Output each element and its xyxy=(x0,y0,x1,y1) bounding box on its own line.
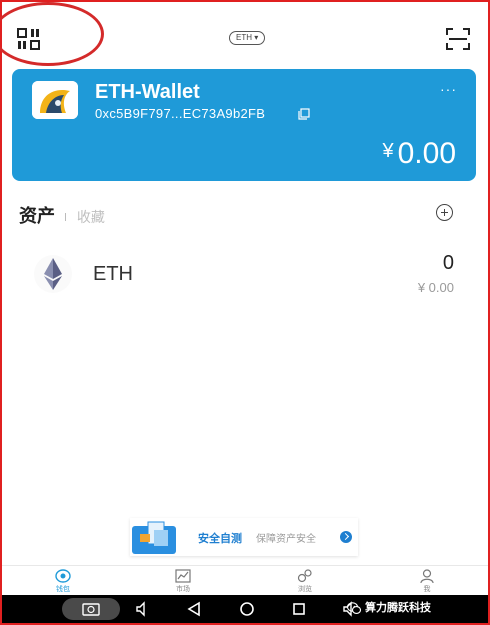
scan-icon[interactable] xyxy=(446,28,470,50)
wechat-icon xyxy=(346,601,362,615)
annotation-circle xyxy=(0,2,104,66)
nav-label-wallet: 钱包 xyxy=(56,586,70,593)
nav-market[interactable]: 市场 xyxy=(153,569,213,594)
volume-down-icon[interactable] xyxy=(135,601,149,622)
home-icon[interactable] xyxy=(239,601,255,622)
asset-amount: 0 xyxy=(442,252,454,274)
tab-favorites[interactable]: 收藏 xyxy=(77,209,105,225)
nav-label-profile: 我 xyxy=(423,586,431,593)
balance-value: 0.00 xyxy=(397,137,456,170)
arrow-right-icon xyxy=(340,531,352,543)
camera-icon xyxy=(82,603,100,616)
network-chip[interactable]: ETH ▾ xyxy=(229,31,266,45)
back-icon[interactable] xyxy=(187,601,201,622)
top-bar: ETH ▾ xyxy=(0,0,490,70)
profile-icon xyxy=(420,569,434,583)
nav-discover[interactable]: 浏览 xyxy=(275,569,335,594)
shield-illustration-icon xyxy=(130,520,182,556)
nav-wallet[interactable]: 钱包 xyxy=(33,569,93,594)
wallet-balance: ¥0.00 xyxy=(382,137,456,171)
bottom-nav: 钱包 市场 浏览 我 xyxy=(2,565,488,595)
tab-divider xyxy=(65,213,67,221)
ethereum-icon xyxy=(28,254,78,294)
wallet-avatar xyxy=(32,81,78,119)
recents-icon[interactable] xyxy=(292,601,306,622)
more-icon[interactable]: ··· xyxy=(440,81,457,97)
discover-icon xyxy=(297,569,312,583)
nav-profile[interactable]: 我 xyxy=(397,569,457,594)
asset-row-eth[interactable]: ETH 0 ¥ 0.00 xyxy=(12,246,476,304)
security-check-banner[interactable]: 安全自测 保障资产安全 xyxy=(130,518,358,556)
asset-fiat-value: ¥ 0.00 xyxy=(417,280,454,295)
currency-symbol: ¥ xyxy=(382,140,394,162)
banner-title: 安全自测 xyxy=(198,533,242,545)
chart-icon xyxy=(175,569,191,583)
banner-subtitle: 保障资产安全 xyxy=(256,534,316,545)
wallet-card[interactable]: ETH-Wallet 0xc5B9F797...EC73A9b2FB ··· ¥… xyxy=(12,69,476,181)
asset-tabs: 资产 收藏 xyxy=(19,202,105,228)
asset-name: ETH xyxy=(93,263,133,285)
wallet-name: ETH-Wallet xyxy=(95,81,200,103)
tab-assets[interactable]: 资产 xyxy=(19,206,55,226)
camera-pill[interactable] xyxy=(62,598,120,620)
watermark: 算力腾跃科技 xyxy=(365,602,431,614)
grid-menu-icon[interactable] xyxy=(17,28,43,50)
wallet-icon xyxy=(55,569,71,583)
copy-icon[interactable] xyxy=(298,107,310,120)
add-asset-icon[interactable] xyxy=(436,204,453,221)
system-nav-bar: 算力腾跃科技 xyxy=(2,595,488,623)
nav-label-discover: 浏览 xyxy=(298,586,312,593)
wallet-address: 0xc5B9F797...EC73A9b2FB xyxy=(95,106,266,121)
nav-label-market: 市场 xyxy=(176,586,190,593)
